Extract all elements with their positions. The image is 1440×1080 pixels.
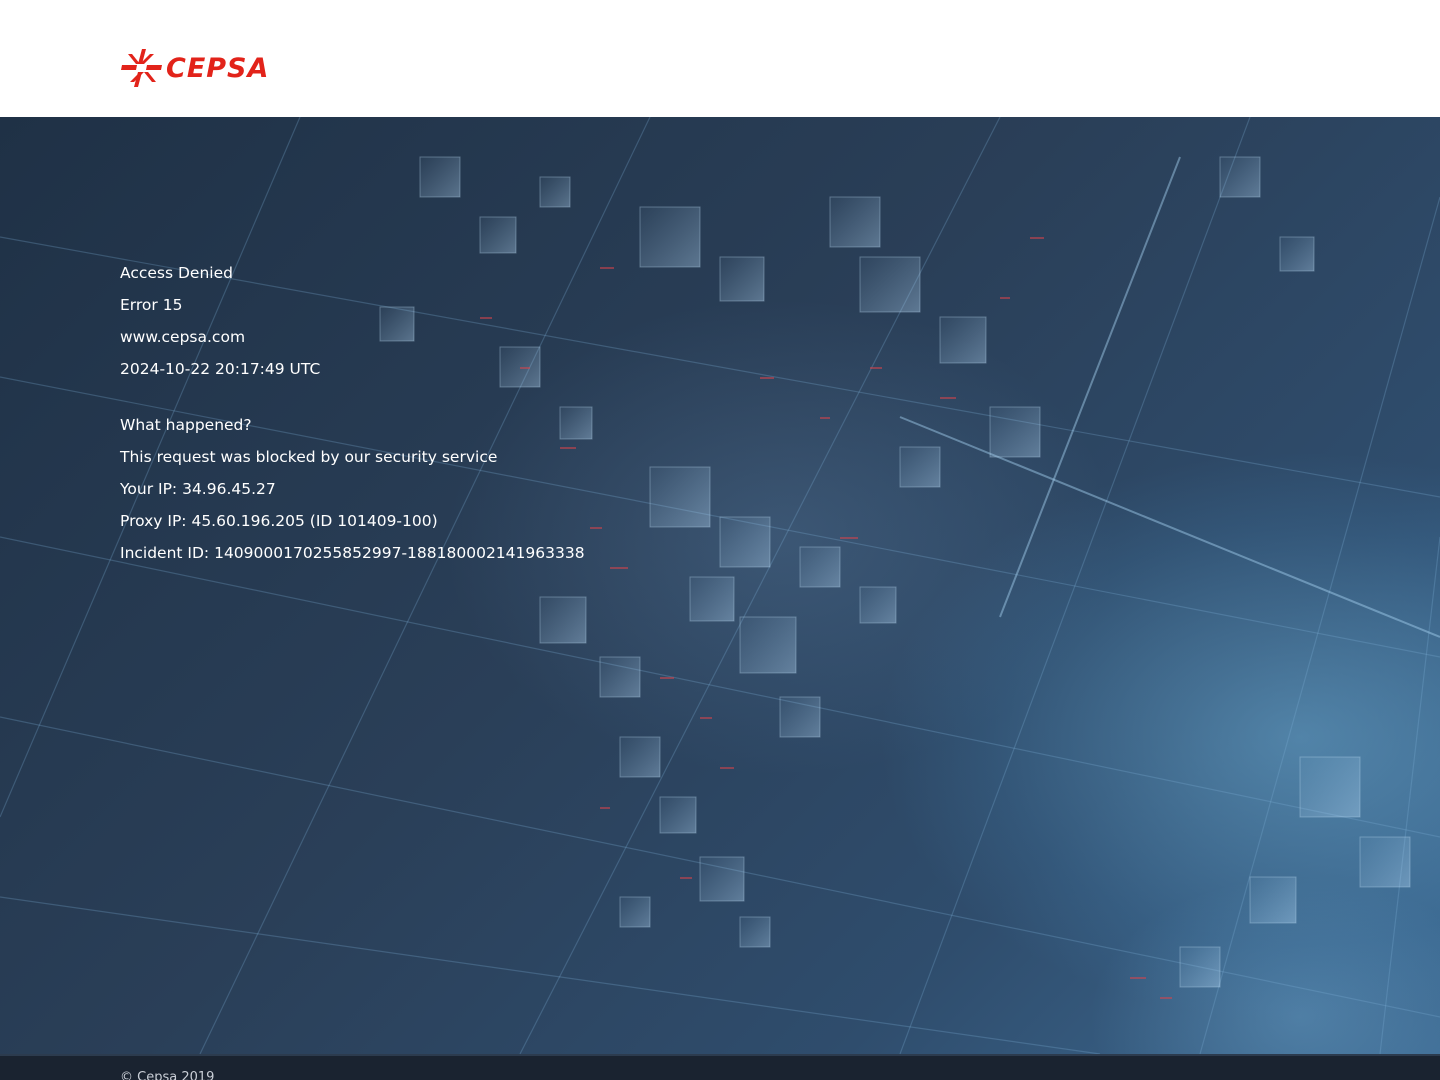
- site-footer: © Cepsa 2019: [0, 1054, 1440, 1080]
- cepsa-star-icon: [121, 49, 162, 87]
- error-title: Access Denied: [120, 264, 233, 282]
- error-details: Access Denied Error 15 www.cepsa.com 202…: [120, 257, 585, 569]
- copyright-text: © Cepsa 2019: [120, 1070, 215, 1080]
- error-code: Error 15: [120, 296, 183, 314]
- error-description: This request was blocked by our security…: [120, 448, 498, 466]
- brand-name: CEPSA: [166, 52, 270, 84]
- your-ip: Your IP: 34.96.45.27: [120, 480, 276, 498]
- error-timestamp: 2024-10-22 20:17:49 UTC: [120, 360, 321, 378]
- proxy-ip: Proxy IP: 45.60.196.205 (ID 101409-100): [120, 512, 438, 530]
- site-header: CEPSA: [0, 0, 1440, 117]
- what-happened-heading: What happened?: [120, 416, 252, 434]
- error-site: www.cepsa.com: [120, 328, 246, 346]
- incident-id: Incident ID: 1409000170255852997-1881800…: [120, 544, 585, 562]
- cepsa-logo[interactable]: CEPSA: [120, 48, 269, 88]
- hero-background: Access Denied Error 15 www.cepsa.com 202…: [0, 117, 1440, 1054]
